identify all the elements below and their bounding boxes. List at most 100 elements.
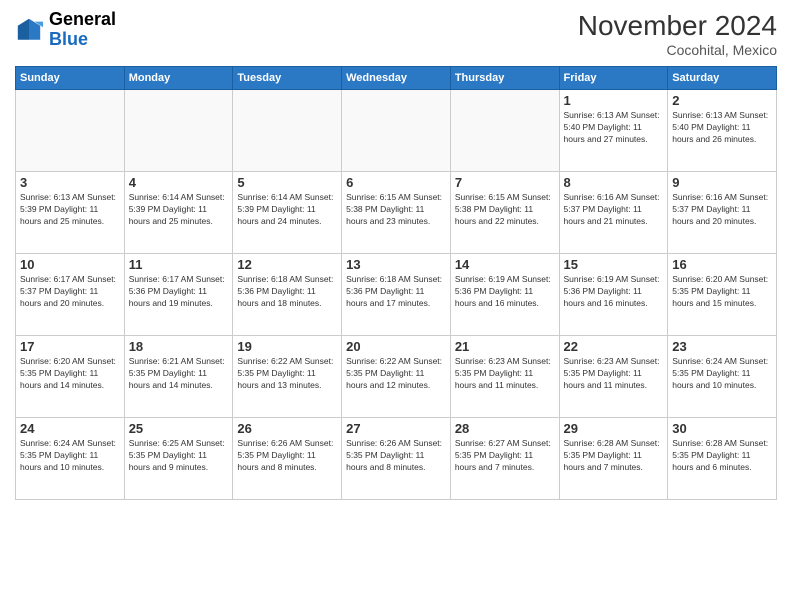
day-cell: 5 Sunrise: 6:14 AM Sunset: 5:39 PM Daylig… <box>233 172 342 254</box>
day-info: Sunrise: 6:23 AM Sunset: 5:35 PM Dayligh… <box>564 356 664 392</box>
day-cell <box>342 90 451 172</box>
day-cell: 1 Sunrise: 6:13 AM Sunset: 5:40 PM Daylig… <box>559 90 668 172</box>
day-info: Sunrise: 6:25 AM Sunset: 5:35 PM Dayligh… <box>129 438 229 474</box>
day-cell: 7 Sunrise: 6:15 AM Sunset: 5:38 PM Daylig… <box>450 172 559 254</box>
day-info: Sunrise: 6:23 AM Sunset: 5:35 PM Dayligh… <box>455 356 555 392</box>
day-cell: 20 Sunrise: 6:22 AM Sunset: 5:35 PM Dayli… <box>342 336 451 418</box>
day-number: 12 <box>237 257 337 272</box>
day-number: 17 <box>20 339 120 354</box>
day-info: Sunrise: 6:28 AM Sunset: 5:35 PM Dayligh… <box>672 438 772 474</box>
day-cell: 9 Sunrise: 6:16 AM Sunset: 5:37 PM Daylig… <box>668 172 777 254</box>
day-number: 9 <box>672 175 772 190</box>
day-info: Sunrise: 6:15 AM Sunset: 5:38 PM Dayligh… <box>455 192 555 228</box>
day-info: Sunrise: 6:21 AM Sunset: 5:35 PM Dayligh… <box>129 356 229 392</box>
day-cell: 11Sunrise: 6:17 AM Sunset: 5:36 PM Dayli… <box>124 254 233 336</box>
day-cell: 22 Sunrise: 6:23 AM Sunset: 5:35 PM Dayli… <box>559 336 668 418</box>
header-row: SundayMondayTuesdayWednesdayThursdayFrid… <box>16 67 777 90</box>
day-info: Sunrise: 6:14 AM Sunset: 5:39 PM Dayligh… <box>129 192 229 228</box>
day-number: 4 <box>129 175 229 190</box>
day-number: 13 <box>346 257 446 272</box>
day-cell: 23 Sunrise: 6:24 AM Sunset: 5:35 PM Dayli… <box>668 336 777 418</box>
logo-blue: Blue <box>49 30 116 50</box>
day-number: 18 <box>129 339 229 354</box>
day-cell: 18 Sunrise: 6:21 AM Sunset: 5:35 PM Dayli… <box>124 336 233 418</box>
location: Cocohital, Mexico <box>578 42 777 58</box>
day-number: 1 <box>564 93 664 108</box>
calendar: SundayMondayTuesdayWednesdayThursdayFrid… <box>15 66 777 500</box>
day-number: 27 <box>346 421 446 436</box>
day-cell: 24Sunrise: 6:24 AM Sunset: 5:35 PM Dayli… <box>16 418 125 500</box>
day-cell: 14Sunrise: 6:19 AM Sunset: 5:36 PM Dayli… <box>450 254 559 336</box>
day-number: 14 <box>455 257 555 272</box>
day-info: Sunrise: 6:16 AM Sunset: 5:37 PM Dayligh… <box>564 192 664 228</box>
day-info: Sunrise: 6:18 AM Sunset: 5:36 PM Dayligh… <box>346 274 446 310</box>
day-number: 16 <box>672 257 772 272</box>
day-cell: 25Sunrise: 6:25 AM Sunset: 5:35 PM Dayli… <box>124 418 233 500</box>
day-info: Sunrise: 6:26 AM Sunset: 5:35 PM Dayligh… <box>346 438 446 474</box>
day-number: 30 <box>672 421 772 436</box>
day-info: Sunrise: 6:13 AM Sunset: 5:40 PM Dayligh… <box>564 110 664 146</box>
day-info: Sunrise: 6:13 AM Sunset: 5:39 PM Dayligh… <box>20 192 120 228</box>
week-row-1: 1 Sunrise: 6:13 AM Sunset: 5:40 PM Daylig… <box>16 90 777 172</box>
day-info: Sunrise: 6:20 AM Sunset: 5:35 PM Dayligh… <box>20 356 120 392</box>
header-friday: Friday <box>559 67 668 90</box>
header-thursday: Thursday <box>450 67 559 90</box>
day-cell: 16Sunrise: 6:20 AM Sunset: 5:35 PM Dayli… <box>668 254 777 336</box>
day-number: 21 <box>455 339 555 354</box>
day-cell <box>450 90 559 172</box>
day-number: 15 <box>564 257 664 272</box>
day-number: 29 <box>564 421 664 436</box>
day-number: 7 <box>455 175 555 190</box>
day-cell: 2 Sunrise: 6:13 AM Sunset: 5:40 PM Daylig… <box>668 90 777 172</box>
header-sunday: Sunday <box>16 67 125 90</box>
day-number: 20 <box>346 339 446 354</box>
day-number: 26 <box>237 421 337 436</box>
day-info: Sunrise: 6:16 AM Sunset: 5:37 PM Dayligh… <box>672 192 772 228</box>
day-cell: 3Sunrise: 6:13 AM Sunset: 5:39 PM Daylig… <box>16 172 125 254</box>
day-number: 28 <box>455 421 555 436</box>
day-info: Sunrise: 6:22 AM Sunset: 5:35 PM Dayligh… <box>346 356 446 392</box>
day-cell: 13 Sunrise: 6:18 AM Sunset: 5:36 PM Dayli… <box>342 254 451 336</box>
day-number: 8 <box>564 175 664 190</box>
month-title: November 2024 <box>578 10 777 42</box>
day-info: Sunrise: 6:18 AM Sunset: 5:36 PM Dayligh… <box>237 274 337 310</box>
day-info: Sunrise: 6:26 AM Sunset: 5:35 PM Dayligh… <box>237 438 337 474</box>
day-number: 19 <box>237 339 337 354</box>
day-info: Sunrise: 6:22 AM Sunset: 5:35 PM Dayligh… <box>237 356 337 392</box>
day-info: Sunrise: 6:14 AM Sunset: 5:39 PM Dayligh… <box>237 192 337 228</box>
day-cell: 26 Sunrise: 6:26 AM Sunset: 5:35 PM Dayli… <box>233 418 342 500</box>
logo: General Blue <box>15 10 116 50</box>
calendar-header: SundayMondayTuesdayWednesdayThursdayFrid… <box>16 67 777 90</box>
day-cell: 10Sunrise: 6:17 AM Sunset: 5:37 PM Dayli… <box>16 254 125 336</box>
day-cell: 8 Sunrise: 6:16 AM Sunset: 5:37 PM Daylig… <box>559 172 668 254</box>
day-info: Sunrise: 6:24 AM Sunset: 5:35 PM Dayligh… <box>672 356 772 392</box>
logo-icon <box>15 16 43 44</box>
header-wednesday: Wednesday <box>342 67 451 90</box>
day-cell <box>124 90 233 172</box>
day-number: 2 <box>672 93 772 108</box>
day-cell: 30 Sunrise: 6:28 AM Sunset: 5:35 PM Dayli… <box>668 418 777 500</box>
day-number: 10 <box>20 257 120 272</box>
header: General Blue November 2024 Cocohital, Me… <box>15 10 777 58</box>
day-number: 23 <box>672 339 772 354</box>
day-number: 11 <box>129 257 229 272</box>
header-saturday: Saturday <box>668 67 777 90</box>
week-row-3: 10Sunrise: 6:17 AM Sunset: 5:37 PM Dayli… <box>16 254 777 336</box>
week-row-5: 24Sunrise: 6:24 AM Sunset: 5:35 PM Dayli… <box>16 418 777 500</box>
day-number: 22 <box>564 339 664 354</box>
day-info: Sunrise: 6:13 AM Sunset: 5:40 PM Dayligh… <box>672 110 772 146</box>
day-cell: 21 Sunrise: 6:23 AM Sunset: 5:35 PM Dayli… <box>450 336 559 418</box>
day-cell: 27 Sunrise: 6:26 AM Sunset: 5:35 PM Dayli… <box>342 418 451 500</box>
day-cell <box>16 90 125 172</box>
day-info: Sunrise: 6:15 AM Sunset: 5:38 PM Dayligh… <box>346 192 446 228</box>
week-row-2: 3Sunrise: 6:13 AM Sunset: 5:39 PM Daylig… <box>16 172 777 254</box>
week-row-4: 17 Sunrise: 6:20 AM Sunset: 5:35 PM Dayli… <box>16 336 777 418</box>
day-cell: 12 Sunrise: 6:18 AM Sunset: 5:36 PM Dayli… <box>233 254 342 336</box>
day-cell: 4 Sunrise: 6:14 AM Sunset: 5:39 PM Daylig… <box>124 172 233 254</box>
title-section: November 2024 Cocohital, Mexico <box>578 10 777 58</box>
header-tuesday: Tuesday <box>233 67 342 90</box>
day-cell: 29Sunrise: 6:28 AM Sunset: 5:35 PM Dayli… <box>559 418 668 500</box>
day-cell: 19 Sunrise: 6:22 AM Sunset: 5:35 PM Dayli… <box>233 336 342 418</box>
day-number: 5 <box>237 175 337 190</box>
calendar-body: 1 Sunrise: 6:13 AM Sunset: 5:40 PM Daylig… <box>16 90 777 500</box>
